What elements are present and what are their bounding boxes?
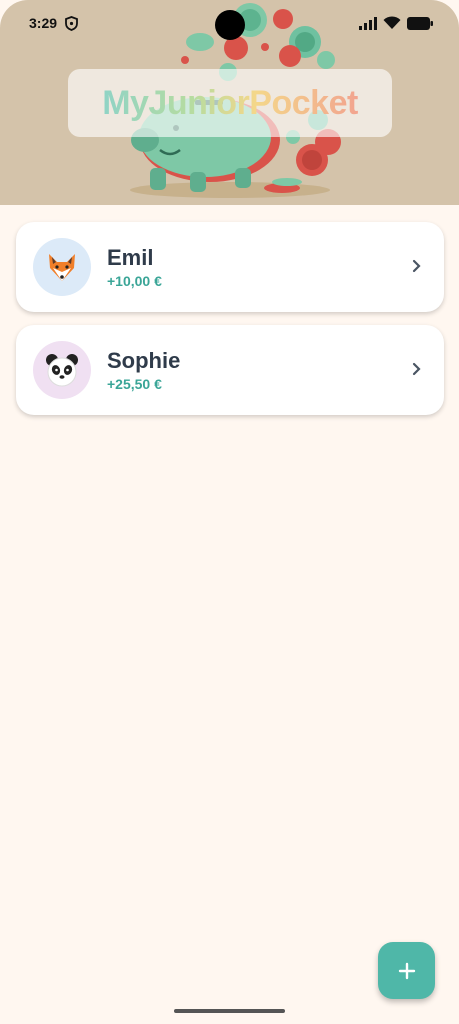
fox-icon xyxy=(49,254,75,281)
avatar xyxy=(33,238,91,296)
child-name: Emil xyxy=(107,245,154,270)
child-card-emil[interactable]: Emil +10,00 € xyxy=(16,222,444,312)
shield-icon xyxy=(65,16,78,36)
chevron-right-icon xyxy=(412,259,422,278)
child-name: Sophie xyxy=(107,348,181,373)
status-bar: 3:29 xyxy=(0,0,459,50)
header-banner: 3:29 MyJuniorPocket xyxy=(0,0,459,205)
chevron-right-icon xyxy=(412,362,422,381)
system-icons xyxy=(359,16,433,35)
camera-cutout xyxy=(215,10,245,40)
child-balance: +10,00 € xyxy=(107,273,162,289)
child-balance: +25,50 € xyxy=(107,376,162,392)
signal-icon xyxy=(359,16,377,35)
status-time: 3:29 xyxy=(29,15,58,31)
wifi-icon xyxy=(383,16,401,35)
panda-icon xyxy=(46,354,78,387)
app-logo: MyJuniorPocket xyxy=(68,69,392,137)
add-child-button[interactable] xyxy=(378,942,435,999)
children-list: Emil +10,00 € Sophie +25,50 € xyxy=(16,222,444,428)
battery-icon xyxy=(407,16,433,35)
app-screen: 3:29 MyJuniorPocket Emil +10,00 € Sophie… xyxy=(0,0,459,1024)
avatar xyxy=(33,341,91,399)
home-indicator[interactable] xyxy=(174,1009,285,1013)
plus-icon xyxy=(398,962,415,979)
app-title: MyJuniorPocket xyxy=(102,83,358,122)
child-card-sophie[interactable]: Sophie +25,50 € xyxy=(16,325,444,415)
